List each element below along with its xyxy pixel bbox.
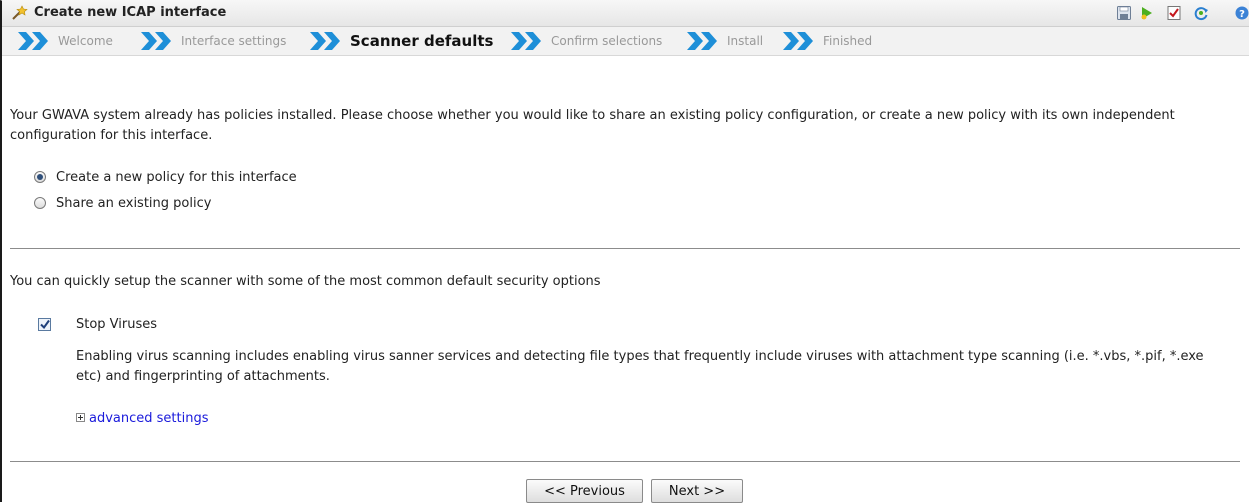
radio-create-new-policy[interactable]: Create a new policy for this interface: [34, 167, 297, 187]
step-label: Install: [727, 34, 764, 48]
wizard-wand-icon: [12, 5, 28, 20]
next-button[interactable]: Next >>: [651, 479, 743, 503]
scanner-intro-text: You can quickly setup the scanner with s…: [10, 274, 601, 289]
help-icon[interactable]: ?: [1234, 5, 1249, 21]
step-install: Install: [687, 27, 763, 55]
step-chevron-icon: [783, 32, 813, 50]
step-chevron-icon: [511, 32, 541, 50]
step-label: Welcome: [58, 34, 113, 48]
step-chevron-icon: [687, 32, 717, 50]
radio-label: Create a new policy for this interface: [56, 169, 297, 185]
checklist-icon[interactable]: [1166, 5, 1182, 21]
radio-button[interactable]: [34, 197, 46, 209]
stop-viruses-checkbox[interactable]: [38, 318, 51, 331]
step-finished: Finished: [783, 27, 872, 55]
save-icon[interactable]: [1116, 5, 1132, 21]
policy-intro-text: Your GWAVA system already has policies i…: [10, 108, 1175, 143]
window-title: Create new ICAP interface: [34, 5, 227, 20]
step-label-active: Scanner defaults: [350, 32, 494, 50]
footer-divider: [10, 461, 1240, 462]
radio-label: Share an existing policy: [56, 195, 212, 211]
svg-text:?: ?: [1239, 9, 1245, 20]
previous-button[interactable]: << Previous: [526, 479, 643, 503]
step-confirm-selections: Confirm selections: [511, 27, 662, 55]
step-chevron-icon: [141, 32, 171, 50]
section-divider: [10, 248, 1240, 249]
expand-plus-icon[interactable]: [76, 413, 85, 422]
run-icon[interactable]: [1139, 5, 1155, 21]
advanced-settings-toggle[interactable]: advanced settings: [76, 409, 476, 429]
radio-share-existing-policy[interactable]: Share an existing policy: [34, 193, 211, 213]
step-label: Interface settings: [181, 34, 287, 48]
title-bar: Create new ICAP interface ?: [2, 0, 1249, 27]
step-label: Finished: [823, 34, 873, 48]
advanced-settings-link[interactable]: advanced settings: [89, 411, 209, 426]
step-chevron-icon: [310, 32, 340, 50]
stop-viruses-description: Enabling virus scanning includes enablin…: [76, 349, 1204, 384]
step-label: Confirm selections: [551, 34, 663, 48]
wizard-steps-bar: Welcome Interface settings Scanner defau…: [2, 27, 1249, 56]
step-welcome: Welcome: [18, 27, 113, 55]
refresh-icon[interactable]: [1193, 5, 1209, 21]
step-scanner-defaults: Scanner defaults: [310, 27, 493, 55]
checkmark-icon: [40, 319, 50, 330]
radio-button-selected[interactable]: [34, 171, 46, 183]
step-interface-settings: Interface settings: [141, 27, 286, 55]
stop-viruses-label: Stop Viruses: [76, 317, 158, 332]
step-chevron-icon: [18, 32, 48, 50]
